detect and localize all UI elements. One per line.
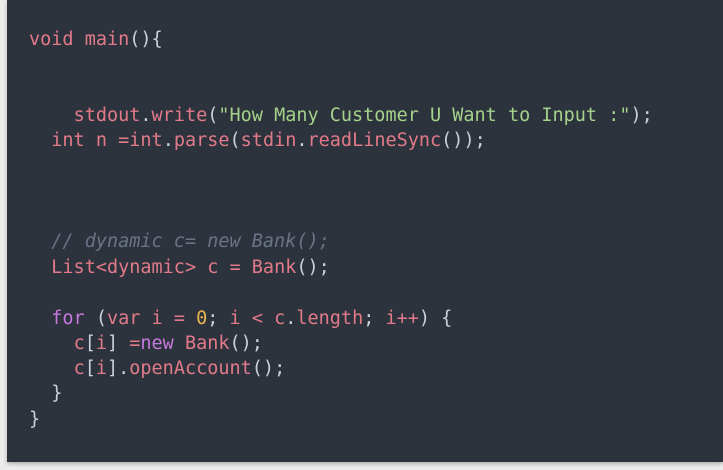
code-token: ++ <box>396 308 419 329</box>
code-token: } <box>51 383 63 404</box>
code-token: ; <box>363 308 386 329</box>
code-token: stdin <box>240 130 297 151</box>
code-token: i <box>95 358 107 379</box>
code-token: } <box>29 409 41 430</box>
code-token: openAccount <box>129 358 252 379</box>
code-token: "How Many Customer U Want to Input :" <box>218 105 631 126</box>
code-token: [ <box>84 358 96 379</box>
code-token: ; <box>207 308 230 329</box>
code-token: (); <box>296 257 330 278</box>
code-line-2: stdout.write("How Many Customer U Want t… <box>29 103 653 128</box>
code-token: c <box>73 333 85 354</box>
code-token: 0 <box>196 308 208 329</box>
code-token: List <box>51 257 96 278</box>
code-token: i <box>151 308 163 329</box>
code-token: int <box>51 130 85 151</box>
code-token: n <box>95 130 107 151</box>
code-token: ) { <box>418 308 453 329</box>
code-token: readLineSync <box>307 130 442 151</box>
code-token: ( <box>84 308 107 329</box>
code-line-8: c[i].openAccount(); <box>29 356 286 381</box>
code-line-4: // dynamic c= new Bank(); <box>29 229 330 254</box>
code-token: write <box>151 105 208 126</box>
code-token: // dynamic c= new Bank(); <box>51 231 330 252</box>
code-token: main <box>84 29 130 50</box>
code-token: . <box>285 308 297 329</box>
code-token: int <box>129 130 163 151</box>
code-token: c <box>274 308 286 329</box>
code-token: ); <box>630 105 653 126</box>
code-line-6: for (var i = 0; i < c.length; i++) { <box>29 306 452 331</box>
code-token: > <box>184 257 197 278</box>
code-token: parse <box>173 130 230 151</box>
code-token: c <box>73 358 85 379</box>
code-token: var <box>106 308 141 329</box>
code-line-1: void main(){ <box>29 27 163 52</box>
code-token: length <box>296 308 364 329</box>
code-token: dynamic <box>106 257 185 278</box>
code-line-10: } <box>29 407 40 432</box>
code-token: i <box>229 308 241 329</box>
code-token: ( <box>207 105 219 126</box>
code-token: = <box>129 333 141 354</box>
code-token: = <box>173 308 185 329</box>
code-token: ] <box>106 333 130 354</box>
code-token: < <box>95 257 107 278</box>
code-token: (); <box>229 333 263 354</box>
code-token: . <box>162 130 174 151</box>
code-token: . <box>296 130 308 151</box>
code-line-7: c[i] =new Bank(); <box>29 331 263 356</box>
code-token: [ <box>84 333 96 354</box>
code-token: ()); <box>441 130 486 151</box>
code-token: ( <box>229 130 241 151</box>
code-token: for <box>51 308 85 329</box>
code-token: = <box>229 257 241 278</box>
code-token: < <box>251 308 263 329</box>
code-line-5: List<dynamic> c = Bank(); <box>29 255 330 280</box>
code-token: (){ <box>129 29 163 50</box>
code-token: new <box>140 333 174 354</box>
code-token: ]. <box>106 358 130 379</box>
code-token: void <box>29 29 74 50</box>
code-token: i <box>385 308 397 329</box>
code-token: i <box>95 333 107 354</box>
code-token: = <box>118 130 130 151</box>
code-token: . <box>140 105 152 126</box>
code-token: Bank <box>184 333 230 354</box>
code-block: void main(){ stdout.write("How Many Cust… <box>7 0 723 462</box>
code-token: c <box>207 257 219 278</box>
code-token: (); <box>251 358 286 379</box>
code-lines: void main(){ stdout.write("How Many Cust… <box>7 0 723 462</box>
code-line-3: int n =int.parse(stdin.readLineSync()); <box>29 128 486 153</box>
code-token: Bank <box>251 257 297 278</box>
code-line-9: } <box>29 381 62 406</box>
code-token: stdout <box>73 105 141 126</box>
